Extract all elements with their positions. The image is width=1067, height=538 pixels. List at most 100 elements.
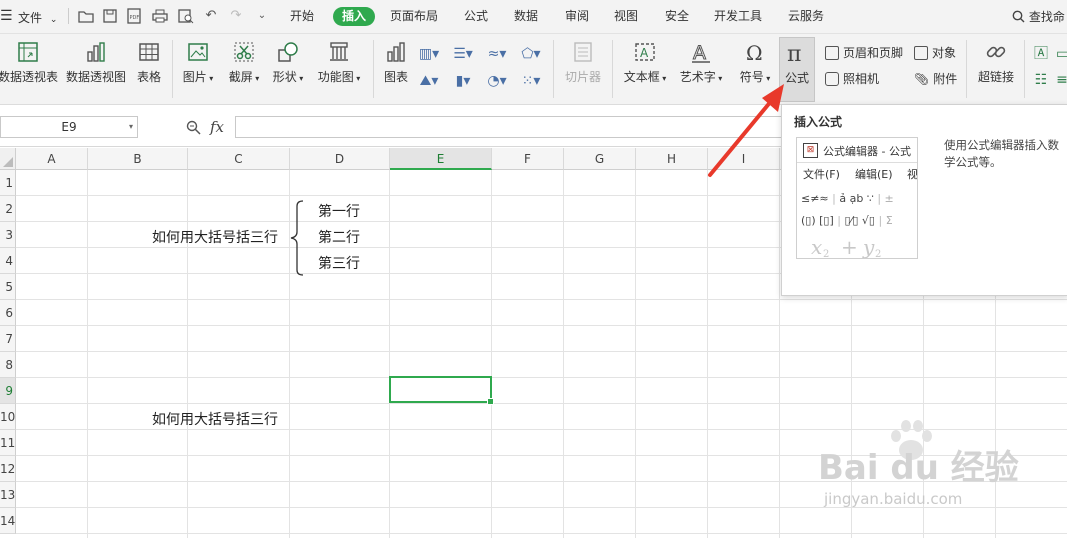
text-list-icon[interactable]: ☷ xyxy=(1030,70,1052,90)
textbox-button[interactable]: A 文本框 ▾ xyxy=(620,40,670,85)
picture-icon xyxy=(188,43,208,61)
column-header-b[interactable]: B xyxy=(88,148,188,170)
area-chart-icon[interactable]: ⛰▾ xyxy=(414,71,444,91)
tab-6[interactable]: 视图 xyxy=(614,7,638,26)
tab-7[interactable]: 安全 xyxy=(665,7,689,26)
cell-c10[interactable]: 如何用大括号括三行 xyxy=(152,409,278,429)
grid-column-line xyxy=(187,170,188,538)
column-chart-icon[interactable]: ▥▾ xyxy=(414,44,444,64)
hyperlink-button[interactable]: 超链接 xyxy=(975,40,1017,85)
stock-chart-icon[interactable]: ▮▾ xyxy=(448,71,478,91)
tab-1[interactable]: 插入 xyxy=(333,7,376,26)
redo-icon[interactable]: ↷ xyxy=(228,8,244,24)
selected-cell-e9[interactable] xyxy=(389,376,494,405)
hamburger-menu-icon[interactable]: ☰ xyxy=(0,8,13,24)
cell-c3[interactable]: 如何用大括号括三行 xyxy=(152,227,278,247)
table-button[interactable]: 表格 xyxy=(134,40,164,85)
wordart-icon: A xyxy=(692,42,710,64)
more-quick-access-icon[interactable]: ⌄ xyxy=(254,8,270,24)
row-header-13[interactable]: 13 xyxy=(0,482,16,508)
tab-8[interactable]: 开发工具 xyxy=(714,7,762,26)
row-header-5[interactable]: 5 xyxy=(0,274,16,300)
column-header-e[interactable]: E xyxy=(390,148,492,170)
fill-handle[interactable] xyxy=(487,398,494,405)
fx-icon[interactable]: fx xyxy=(210,118,224,136)
slicer-label: 切片器 xyxy=(564,70,601,84)
file-menu[interactable]: 文件 ⌄ xyxy=(18,9,57,26)
row-header-4[interactable]: 4 xyxy=(0,248,16,274)
link-icon xyxy=(986,46,1006,58)
row-header-9[interactable]: 9 xyxy=(0,378,16,404)
row-header-3[interactable]: 3 xyxy=(0,222,16,248)
print-icon[interactable] xyxy=(152,8,168,24)
print-preview-icon[interactable] xyxy=(178,8,194,24)
row-header-10[interactable]: 10 xyxy=(0,404,16,430)
zoom-lookup-icon[interactable] xyxy=(186,120,201,138)
hyperlink-label: 超链接 xyxy=(977,70,1014,84)
column-header-h[interactable]: H xyxy=(636,148,708,170)
formula-editor-preview: ⊠ 公式编辑器 - 公式 文件(F) 编辑(E) 视 ≤≠≈ | ả ạb ∵ … xyxy=(796,137,918,259)
shape-button[interactable]: 形状 ▾ xyxy=(270,40,306,85)
radar-chart-icon[interactable]: ⬠▾ xyxy=(516,44,546,64)
header-footer-button[interactable]: 页眉和页脚 xyxy=(825,44,903,62)
row-header-6[interactable]: 6 xyxy=(0,300,16,326)
pdf-export-icon[interactable]: PDF xyxy=(126,8,142,24)
cell-d3[interactable]: 第二行 xyxy=(318,227,360,247)
tab-3[interactable]: 公式 xyxy=(464,7,488,26)
svg-text:+: + xyxy=(841,235,858,258)
omega-icon: Ω xyxy=(746,41,763,64)
undo-icon[interactable]: ↶ xyxy=(203,8,219,24)
row-header-11[interactable]: 11 xyxy=(0,430,16,456)
tab-5[interactable]: 审阅 xyxy=(565,7,589,26)
select-all-corner[interactable] xyxy=(0,148,16,170)
cell-d2[interactable]: 第一行 xyxy=(318,201,360,221)
screenshot-button[interactable]: 截屏 ▾ xyxy=(226,40,262,85)
column-header-c[interactable]: C xyxy=(188,148,290,170)
open-folder-icon[interactable] xyxy=(78,8,94,24)
grid-row-line xyxy=(16,299,1067,300)
column-header-a[interactable]: A xyxy=(16,148,88,170)
svg-text:PDF: PDF xyxy=(130,15,140,21)
tab-4[interactable]: 数据 xyxy=(514,7,538,26)
watermark-brand: Bai du 经验 xyxy=(818,448,1019,488)
relation-symbols-icon: ≤≠≈ xyxy=(801,192,829,205)
curly-brace-shape[interactable] xyxy=(286,200,306,276)
row-header-14[interactable]: 14 xyxy=(0,508,16,534)
bar-chart-icon[interactable]: ☰▾ xyxy=(448,44,478,64)
row-header-1[interactable]: 1 xyxy=(0,170,16,196)
scatter-chart-icon[interactable]: ⁙▾ xyxy=(516,71,546,91)
function-chart-button[interactable]: 功能图 ▾ xyxy=(316,40,362,85)
text-lines-icon[interactable]: ≡ xyxy=(1056,70,1067,90)
pivot-table-button[interactable]: 数据透视表 xyxy=(0,40,58,85)
header-footer-icon xyxy=(825,46,839,60)
save-icon[interactable] xyxy=(102,8,118,24)
ribbon-divider xyxy=(373,40,374,98)
tab-2[interactable]: 页面布局 xyxy=(390,7,438,26)
ribbon-divider xyxy=(1024,40,1025,98)
attachment-button[interactable]: 📎︎ 附件 xyxy=(914,70,957,88)
row-header-2[interactable]: 2 xyxy=(0,196,16,222)
object-button[interactable]: 对象 xyxy=(914,44,956,62)
name-box[interactable]: E9 ▾ xyxy=(0,116,138,138)
text-box-small-icon[interactable]: ▭ xyxy=(1056,44,1067,64)
row-header-12[interactable]: 12 xyxy=(0,456,16,482)
tooltip-title: 插入公式 xyxy=(794,115,843,129)
pivot-chart-button[interactable]: 数据透视图 xyxy=(65,40,127,85)
shape-label: 形状 xyxy=(272,70,297,84)
row-header-7[interactable]: 7 xyxy=(0,326,16,352)
camera-label: 照相机 xyxy=(843,72,880,86)
column-header-g[interactable]: G xyxy=(564,148,636,170)
column-header-f[interactable]: F xyxy=(492,148,564,170)
row-header-8[interactable]: 8 xyxy=(0,352,16,378)
camera-button[interactable]: 照相机 xyxy=(825,70,879,88)
column-header-d[interactable]: D xyxy=(290,148,390,170)
chart-button[interactable]: 图表 xyxy=(380,40,412,85)
line-chart-icon[interactable]: ≈▾ xyxy=(482,44,512,64)
pie-chart-icon[interactable]: ◔▾ xyxy=(482,71,512,91)
tab-9[interactable]: 云服务 xyxy=(788,7,824,26)
text-a-icon[interactable]: 🄰︎ xyxy=(1030,44,1052,64)
picture-button[interactable]: 图片 ▾ xyxy=(180,40,216,85)
tab-0[interactable]: 开始 xyxy=(290,7,314,26)
cell-d4[interactable]: 第三行 xyxy=(318,253,360,273)
search-command[interactable]: 查找命 xyxy=(1012,8,1065,25)
